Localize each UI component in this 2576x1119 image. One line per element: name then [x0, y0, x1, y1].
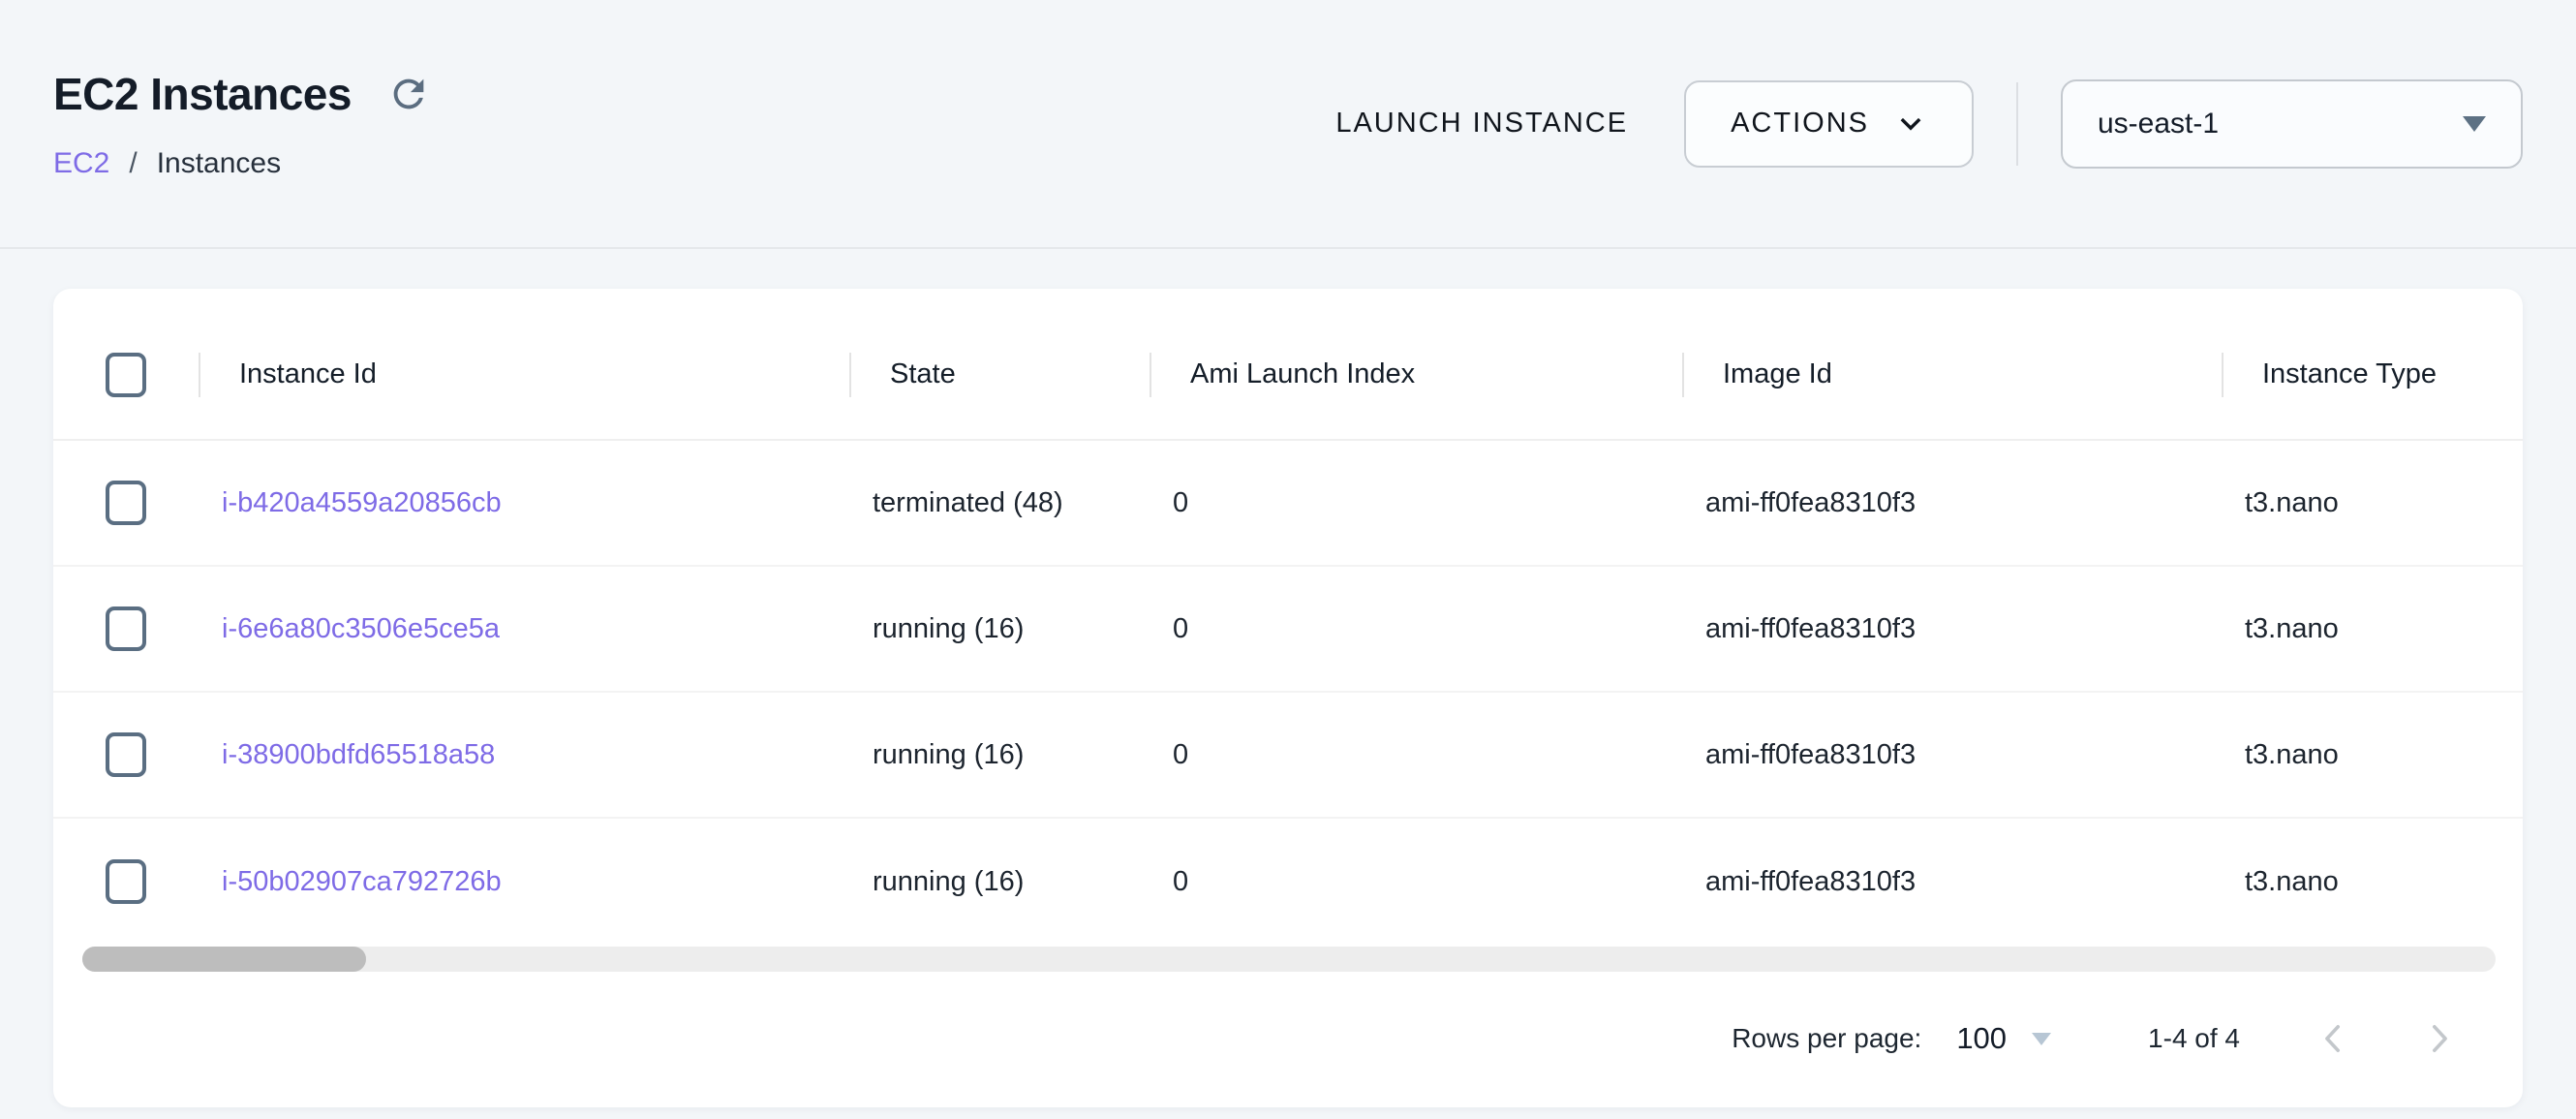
state-cell: terminated (48) [849, 487, 1150, 519]
instances-table-card: Instance Id State Ami Launch Index Image… [53, 289, 2523, 1107]
state-cell: running (16) [849, 739, 1150, 771]
refresh-icon [386, 72, 431, 116]
region-select[interactable]: us-east-1 [2061, 79, 2523, 169]
ec2-instances-page: EC2 Instances EC2 / Instances LAUNCH INS… [0, 0, 2576, 1107]
caret-down-icon [2032, 1033, 2051, 1045]
column-header-image-id[interactable]: Image Id [1682, 345, 2222, 405]
ami-launch-index-cell: 0 [1150, 613, 1682, 645]
rows-per-page-value: 100 [1956, 1021, 2007, 1056]
launch-instance-button[interactable]: LAUNCH INSTANCE [1335, 108, 1628, 140]
chevron-left-icon [2313, 1018, 2353, 1059]
column-header-instance-type[interactable]: Instance Type [2222, 345, 2523, 405]
image-id-cell: ami-ff0fea8310f3 [1682, 487, 2222, 519]
header-vertical-divider [2016, 82, 2018, 166]
breadcrumb-separator: / [129, 147, 137, 180]
row-checkbox[interactable] [106, 859, 146, 904]
table-row[interactable]: i-6e6a80c3506e5ce5a running (16) 0 ami-f… [53, 567, 2523, 693]
breadcrumb: EC2 / Instances [53, 147, 431, 180]
header-left: EC2 Instances EC2 / Instances [53, 68, 431, 180]
previous-page-button[interactable] [2304, 1010, 2362, 1068]
instance-type-cell: t3.nano [2222, 613, 2523, 645]
region-select-value: us-east-1 [2098, 108, 2219, 140]
chevron-down-icon [1894, 108, 1927, 140]
table-row[interactable]: i-b420a4559a20856cb terminated (48) 0 am… [53, 441, 2523, 567]
actions-button[interactable]: ACTIONS [1684, 80, 1974, 168]
next-page-button[interactable] [2410, 1010, 2469, 1068]
ami-launch-index-cell: 0 [1150, 739, 1682, 771]
chevron-right-icon [2419, 1018, 2460, 1059]
ami-launch-index-cell: 0 [1150, 866, 1682, 898]
instance-id-link[interactable]: i-38900bdfd65518a58 [222, 739, 495, 770]
state-cell: running (16) [849, 866, 1150, 898]
table-body: i-b420a4559a20856cb terminated (48) 0 am… [53, 441, 2523, 945]
instance-id-link[interactable]: i-50b02907ca792726b [222, 866, 502, 897]
breadcrumb-ec2-link[interactable]: EC2 [53, 147, 109, 180]
instance-type-cell: t3.nano [2222, 739, 2523, 771]
caret-down-icon [2463, 116, 2486, 132]
rows-per-page-label: Rows per page: [1732, 1023, 1921, 1054]
image-id-cell: ami-ff0fea8310f3 [1682, 866, 2222, 898]
column-header-state[interactable]: State [849, 345, 1150, 405]
instance-type-cell: t3.nano [2222, 487, 2523, 519]
horizontal-scrollbar[interactable] [82, 947, 2496, 972]
table-row[interactable]: i-38900bdfd65518a58 running (16) 0 ami-f… [53, 693, 2523, 819]
ami-launch-index-cell: 0 [1150, 487, 1682, 519]
select-all-checkbox[interactable] [106, 353, 146, 397]
image-id-cell: ami-ff0fea8310f3 [1682, 613, 2222, 645]
instance-type-cell: t3.nano [2222, 866, 2523, 898]
scrollbar-thumb[interactable] [82, 947, 366, 972]
page-header: EC2 Instances EC2 / Instances LAUNCH INS… [0, 0, 2576, 249]
state-cell: running (16) [849, 613, 1150, 645]
image-id-cell: ami-ff0fea8310f3 [1682, 739, 2222, 771]
pagination-range: 1-4 of 4 [2148, 1023, 2240, 1054]
column-header-instance-id[interactable]: Instance Id [199, 345, 849, 405]
breadcrumb-current: Instances [157, 147, 281, 180]
row-checkbox[interactable] [106, 606, 146, 651]
table-row[interactable]: i-50b02907ca792726b running (16) 0 ami-f… [53, 819, 2523, 945]
row-checkbox[interactable] [106, 481, 146, 525]
column-header-ami-launch-index[interactable]: Ami Launch Index [1150, 345, 1682, 405]
refresh-button[interactable] [386, 72, 431, 116]
header-checkbox-cell [53, 353, 199, 397]
instance-id-link[interactable]: i-b420a4559a20856cb [222, 487, 502, 518]
row-checkbox[interactable] [106, 732, 146, 777]
instance-id-link[interactable]: i-6e6a80c3506e5ce5a [222, 613, 500, 644]
page-title: EC2 Instances [53, 68, 352, 120]
rows-per-page-select[interactable]: 100 [1956, 1021, 2051, 1056]
table-header-row: Instance Id State Ami Launch Index Image… [53, 289, 2523, 441]
actions-button-label: ACTIONS [1731, 108, 1869, 140]
pagination-bar: Rows per page: 100 1-4 of 4 [53, 970, 2523, 1107]
header-actions: LAUNCH INSTANCE ACTIONS us-east-1 [1335, 79, 2523, 169]
